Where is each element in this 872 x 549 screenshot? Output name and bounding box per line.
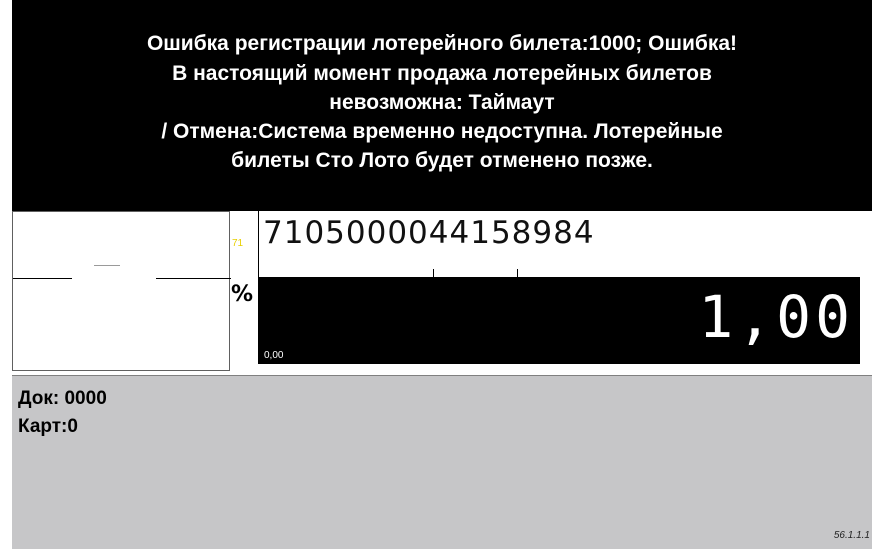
error-line-5: билеты Сто Лото будет отменено позже. [231,149,653,172]
card-count: Карт:0 [18,416,78,437]
amount-display: 1,00 0,00 [258,277,860,364]
error-line-1: Ошибка регистрации лотерейного билета:10… [146,32,738,55]
error-line-2: В настоящий момент продажа лотерейных би… [172,62,712,85]
left-margin [0,0,12,549]
version-label: 56.1.1.1 [833,530,870,541]
error-line-4: / Отмена:Система временно недоступна. Ло… [161,120,723,143]
divider [94,265,120,266]
right-margin [860,211,872,375]
barcode-value: 7105000044158984 [263,215,595,251]
divider [156,278,231,279]
error-banner: Ошибка регистрации лотерейного билета:10… [12,0,872,211]
item-code-small: 71 [232,238,244,249]
tick-mark [517,269,518,277]
doc-number: Док: 0000 [18,388,107,409]
amount-subvalue: 0,00 [264,350,284,361]
error-line-3: невозможна: Таймаут [329,91,555,114]
item-image-panel [12,211,231,371]
divider [13,278,72,279]
barcode-field[interactable]: 7105000044158984 [258,211,861,277]
percent-icon[interactable]: % [231,282,253,307]
amount-value: 1,00 [698,283,854,351]
tick-mark [433,269,434,277]
